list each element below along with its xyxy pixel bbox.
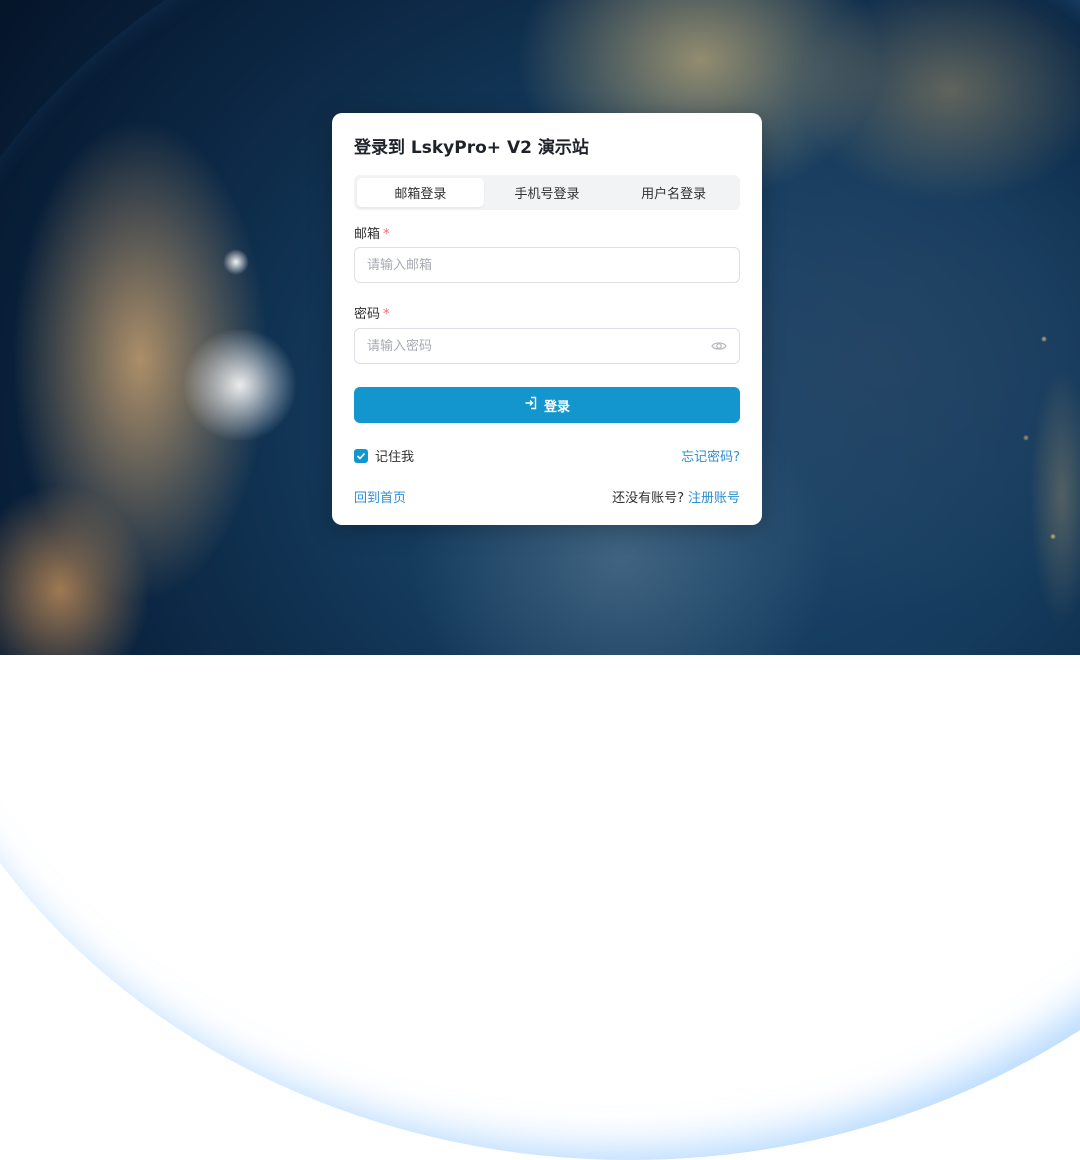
city-lights	[990, 260, 1080, 655]
required-mark: *	[383, 307, 390, 322]
check-icon	[356, 452, 366, 460]
login-method-tabs: 邮箱登录 手机号登录 用户名登录	[354, 175, 740, 210]
password-field-box	[354, 328, 740, 364]
login-card: 登录到 LskyPro+ V2 演示站 邮箱登录 手机号登录 用户名登录 邮箱 *…	[332, 113, 762, 525]
back-home-link[interactable]: 回到首页	[354, 487, 406, 506]
remember-checkbox[interactable]	[354, 448, 368, 463]
tab-phone-login[interactable]: 手机号登录	[484, 178, 611, 207]
email-label: 邮箱 *	[354, 223, 390, 242]
sun-glow	[180, 330, 300, 440]
email-label-text: 邮箱	[354, 227, 381, 242]
email-input[interactable]	[367, 257, 727, 273]
login-button-label: 登录	[543, 399, 570, 415]
no-account-text: 还没有账号?	[612, 491, 684, 506]
password-label: 密码 *	[354, 303, 390, 322]
page-title: 登录到 LskyPro+ V2 演示站	[354, 138, 589, 158]
forgot-password-link[interactable]: 忘记密码?	[681, 446, 740, 465]
light-flare	[222, 248, 250, 276]
password-label-text: 密码	[354, 307, 381, 322]
remember-me-toggle[interactable]: 记住我	[354, 446, 414, 465]
email-field-box	[354, 247, 740, 283]
password-input[interactable]	[367, 338, 711, 354]
login-icon	[524, 396, 538, 414]
register-row: 还没有账号? 注册账号	[612, 487, 740, 506]
tab-email-login[interactable]: 邮箱登录	[357, 178, 484, 207]
register-link[interactable]: 注册账号	[688, 491, 740, 506]
eye-icon[interactable]	[711, 338, 727, 354]
required-mark: *	[383, 227, 390, 242]
tab-username-login[interactable]: 用户名登录	[610, 178, 737, 207]
login-button[interactable]: 登录	[354, 387, 740, 423]
remember-label: 记住我	[375, 450, 415, 465]
